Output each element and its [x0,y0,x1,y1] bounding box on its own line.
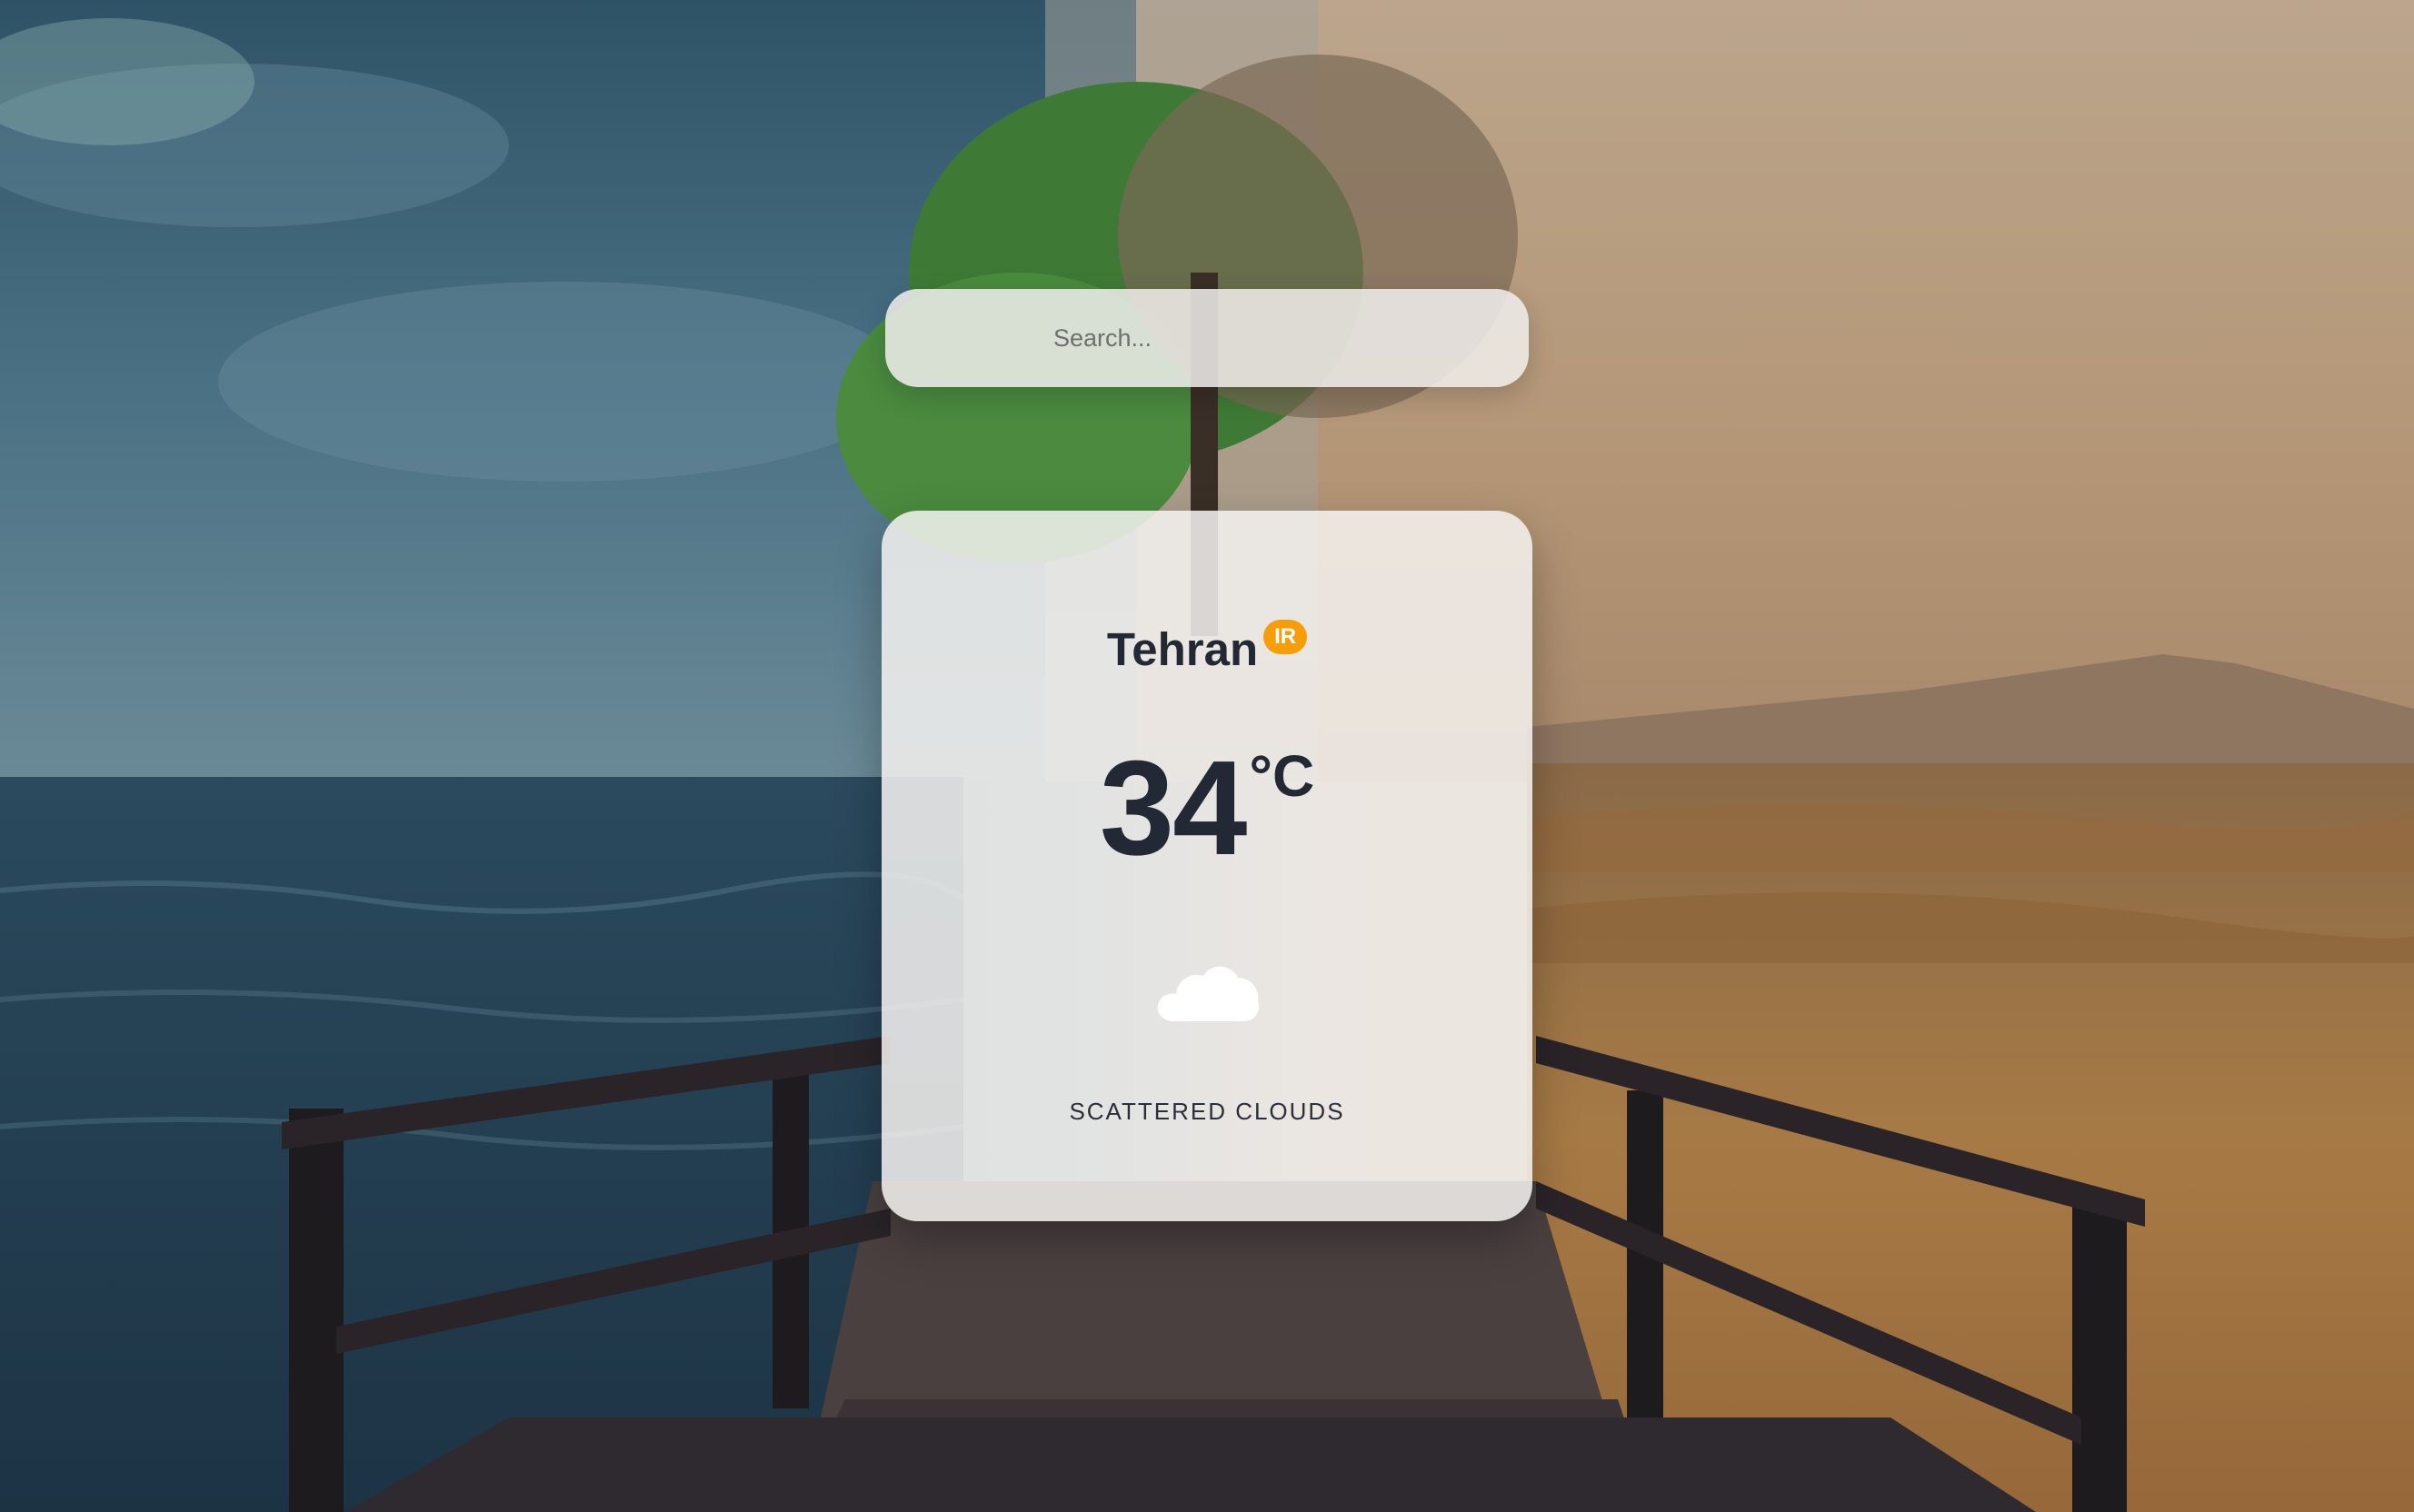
location-row: Tehran IR [882,620,1532,680]
weather-card: Tehran IR 34°C SCATTERED CLOUDS [882,511,1532,1221]
search-box[interactable] [885,289,1529,387]
city-name: Tehran [1106,623,1259,675]
temperature-row: 34°C [882,736,1532,881]
cloud-icon [1157,966,1260,1021]
country-badge: IR [1263,620,1308,654]
temperature-value: 34 [1099,733,1248,883]
search-input[interactable] [885,289,1529,387]
weather-description: SCATTERED CLOUDS [1069,1098,1345,1125]
background-scene: TehranIR 34°C SCATTERED CLOUDS [0,0,2414,1512]
temperature-unit: °C [1249,743,1315,809]
